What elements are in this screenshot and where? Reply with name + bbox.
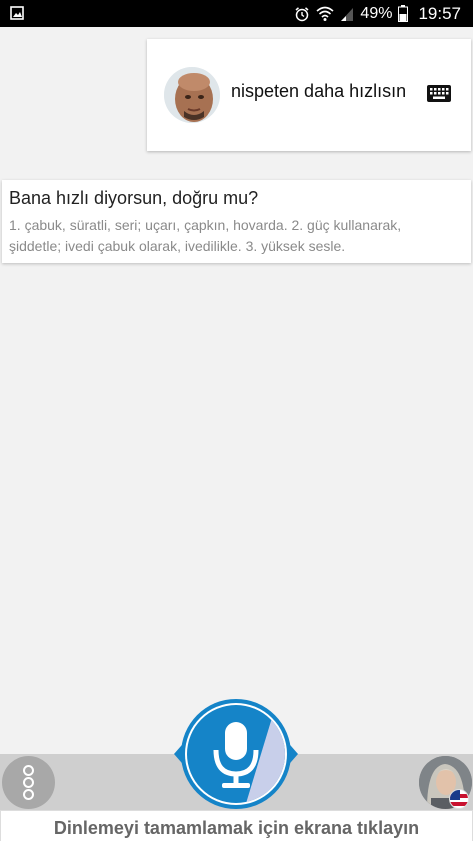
user-message-card[interactable]: nispeten daha hızlısın [147,39,471,151]
flag-icon [449,789,469,809]
alarm-icon [295,6,309,21]
listening-hint-text: Dinlemeyi tamamlamak için ekrana tıklayı… [53,818,420,838]
assistant-reply-card: Bana hızlı diyorsun, doğru mu? 1. çabuk,… [2,180,471,263]
user-avatar [164,67,220,123]
status-bar: 49% 19:57 [0,0,473,27]
image-icon [10,6,24,20]
signal-icon [341,7,354,21]
reply-definitions: 1. çabuk, süratli, seri; uçarı, çapkın, … [9,217,402,254]
wifi-icon [316,6,334,21]
microphone-button[interactable] [174,698,298,810]
battery-percent: 49% [360,4,393,22]
clock: 19:57 [418,3,461,23]
more-options-button[interactable] [2,756,55,809]
more-options-icon [23,765,34,776]
user-message-text: nispeten daha hızlısın [231,81,407,101]
more-options-icon [23,777,34,788]
battery-icon [398,5,409,22]
more-options-icon [23,789,34,800]
reply-title: Bana hızlı diyorsun, doğru mu? [9,188,259,208]
listening-hint-bar[interactable]: Dinlemeyi tamamlamak için ekrana tıklayı… [0,810,473,841]
keyboard-icon[interactable] [427,85,451,102]
